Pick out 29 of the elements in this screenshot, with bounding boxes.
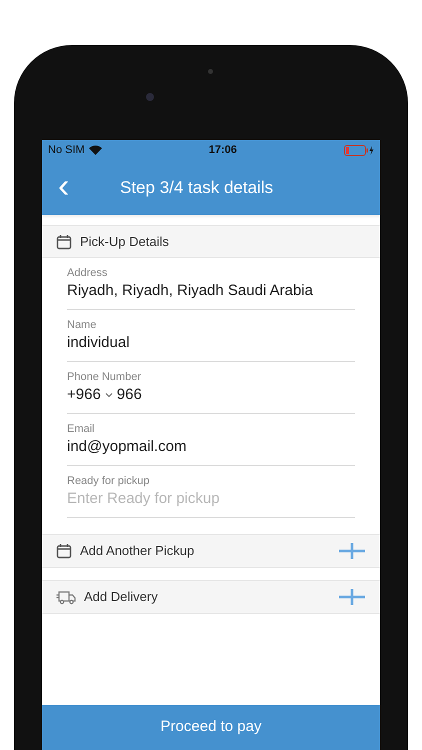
caret-icon [104, 392, 113, 398]
action-row[interactable]: Add Another Pickup [42, 534, 380, 568]
field-value: Riyadh, Riyadh, Riyadh Saudi Arabia [67, 281, 314, 301]
action-row[interactable]: Add Delivery [42, 580, 380, 614]
calendar-icon [56, 543, 72, 559]
plus-icon[interactable] [338, 588, 366, 606]
sensor-icon [208, 69, 213, 74]
action-label: Add Delivery [84, 588, 159, 606]
section-title: Pick-Up Details [80, 232, 169, 251]
action-label: Add Another Pickup [80, 542, 196, 560]
calendar-icon [56, 234, 72, 250]
field-label: Email [67, 422, 96, 436]
field-label: Phone Number [67, 370, 142, 384]
field-value: individual [67, 333, 131, 353]
camera-icon [146, 93, 154, 101]
truck-icon [56, 589, 76, 605]
carrier-text: No SIM [48, 142, 85, 158]
field-value: 966 [116, 385, 142, 405]
field-label: Address [67, 266, 108, 280]
plus-icon[interactable] [338, 542, 366, 560]
page-title: Step 3/4 task details [120, 176, 274, 199]
wifi-icon [88, 145, 102, 155]
battery-icon [344, 144, 374, 156]
time-text: 17:06 [208, 142, 237, 158]
field-value: ind@yopmail.com [67, 437, 188, 457]
field-label: Ready for pickup [67, 474, 151, 488]
country-code-selector[interactable]: +966 [67, 384, 113, 406]
field-label: Name [67, 318, 98, 332]
input-field[interactable]: Enter Ready for pickup [67, 488, 355, 510]
